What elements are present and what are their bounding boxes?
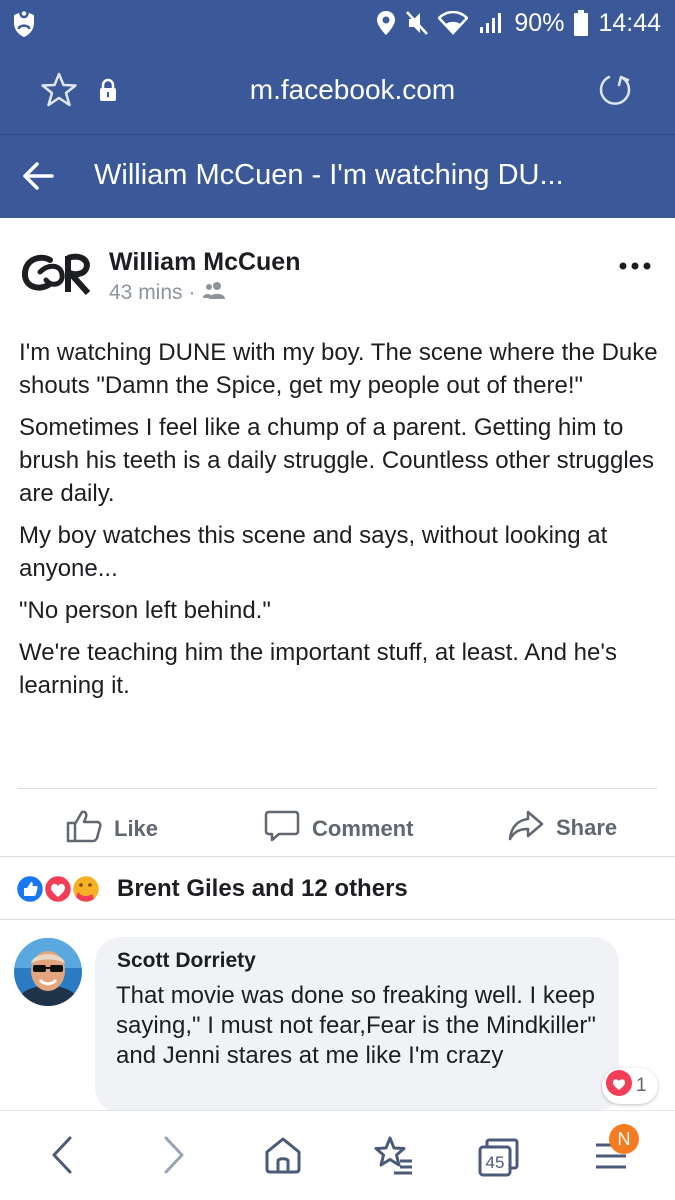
thumbs-up-icon [66,809,102,849]
comment-reaction-count: 1 [636,1075,647,1096]
comment-reaction-badge[interactable]: 1 [602,1068,658,1104]
mute-icon [406,11,429,35]
wifi-icon [438,11,469,35]
page-title: William McCuen - I'm watching DU... [94,159,564,191]
page-header: William McCuen - I'm watching DU... [0,134,675,218]
like-button[interactable]: Like [66,809,158,849]
share-label: Share [556,815,618,840]
status-bar: 90% 14:44 [0,0,675,46]
bookmarks-icon[interactable] [372,1135,414,1180]
battery-icon [574,10,589,36]
reactions-label[interactable]: Brent Giles and 12 others [117,875,408,903]
tabs-icon[interactable]: 45 [478,1137,520,1182]
shield-icon [12,8,38,37]
comment-text: That movie was done so freaking well. I … [116,982,596,1069]
post-paragraph: I'm watching DUNE with my boy. The scene… [19,339,658,399]
author-avatar[interactable] [20,252,96,296]
comment-button[interactable]: Comment [264,809,413,849]
post-body: I'm watching DUNE with my boy. The scene… [19,336,659,711]
more-options-icon[interactable] [619,258,651,276]
post-actions: Like Comment Share [18,788,657,856]
post-meta: 43 mins · [109,281,226,305]
reload-icon[interactable] [597,72,633,113]
share-button[interactable]: Share [508,809,617,847]
home-icon[interactable] [264,1135,302,1180]
comment-bubble-icon [264,809,300,849]
post-paragraph: "No person left behind." [19,597,271,624]
comment-author[interactable]: Scott Dorriety [117,949,256,973]
browser-url-bar: m.facebook.com [0,46,675,134]
url-text[interactable]: m.facebook.com [0,74,675,106]
signal-icon [478,11,504,35]
post-paragraph: Sometimes I feel like a chump of a paren… [19,414,655,507]
friends-icon [202,281,226,305]
location-icon [376,10,396,36]
forward-icon[interactable] [162,1135,186,1180]
heart-icon [605,1069,633,1103]
like-label: Like [114,816,159,841]
post-paragraph: My boy watches this scene and says, with… [19,522,608,582]
browser-bottom-nav: 45 [0,1110,675,1200]
notification-badge[interactable]: N [609,1124,639,1154]
post-author[interactable]: William McCuen [109,248,300,277]
comment-label: Comment [312,816,414,841]
share-arrow-icon [508,809,544,847]
meta-separator: · [188,281,196,304]
post-time[interactable]: 43 mins [109,281,183,305]
battery-percent: 90% [514,8,565,37]
reactions-summary[interactable]: Brent Giles and 12 others [0,856,675,920]
post-paragraph: We're teaching him the important stuff, … [19,639,617,699]
comment-bubble[interactable]: Scott Dorriety That movie was done so fr… [95,937,619,1113]
back-arrow-icon[interactable] [22,161,54,196]
back-icon[interactable] [50,1135,74,1180]
tabs-count: 45 [486,1153,505,1172]
reaction-icons [14,873,106,905]
commenter-avatar[interactable] [14,938,82,1006]
clock: 14:44 [598,8,661,37]
